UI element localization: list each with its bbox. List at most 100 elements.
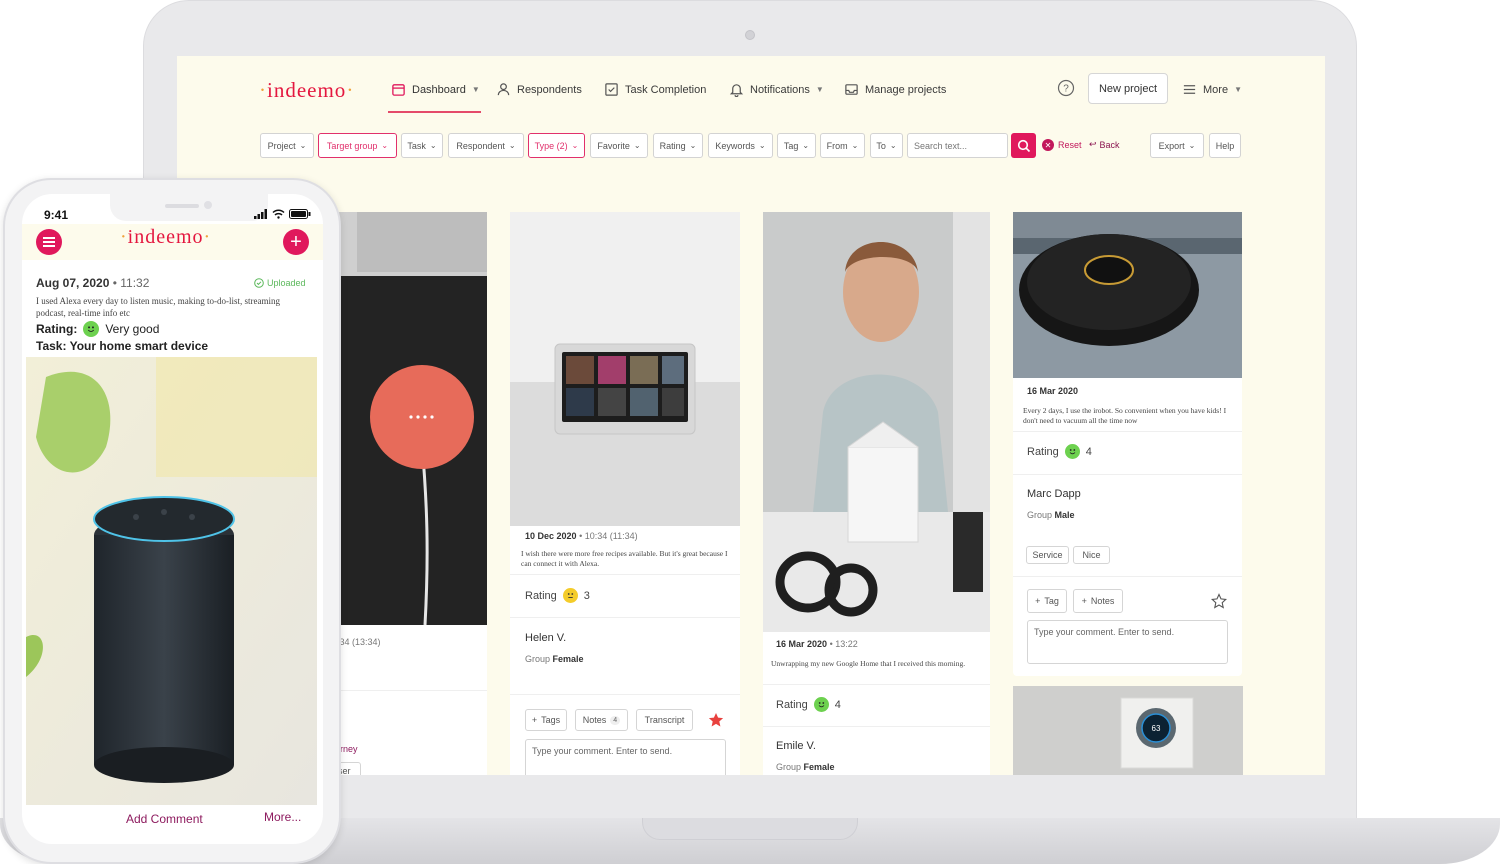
respondent-name[interactable]: Helen V.: [525, 632, 566, 644]
phone-screen: 9:41 ·indeemo· + Aug 07, 2020 • 11:32 Up…: [22, 194, 323, 844]
filter-from[interactable]: From ⌄: [820, 133, 865, 158]
laptop-camera: [745, 30, 755, 40]
entry-date: Aug 07, 2020: [36, 276, 110, 290]
nav-manage-projects[interactable]: Manage projects: [844, 82, 946, 97]
battery-icon: [289, 209, 311, 219]
help-circle-icon[interactable]: ?: [1057, 79, 1075, 97]
rating-value: Very good: [105, 322, 160, 336]
card-date: 16 Mar 2020: [1027, 386, 1079, 396]
search-input[interactable]: Search text...: [907, 133, 1008, 158]
filter-favorite[interactable]: Favorite ⌄: [590, 133, 648, 158]
notes-button[interactable]: Notes 4: [575, 709, 628, 731]
filter-project[interactable]: Project ⌄: [260, 133, 314, 158]
more-button[interactable]: More...: [264, 810, 301, 824]
check-circle-icon: [254, 278, 264, 288]
export-button[interactable]: Export ⌄: [1150, 133, 1204, 158]
nav-notifications-label: Notifications: [750, 83, 810, 96]
chevron-down-icon: ⌄: [802, 141, 810, 150]
filter-rating[interactable]: Rating ⌄: [653, 133, 703, 158]
nav-notifications[interactable]: Notifications ▼: [729, 82, 824, 97]
plus-icon: +: [1081, 596, 1087, 606]
filter-type[interactable]: Type (2) ⌄: [528, 133, 585, 158]
response-card[interactable]: 16 Mar 2020 Every 2 days, I use the irob…: [1013, 212, 1242, 676]
echo-speaker-photo[interactable]: [26, 357, 317, 805]
add-entry-button[interactable]: +: [283, 229, 309, 255]
smiley-face-icon: [813, 697, 829, 712]
chevron-down-icon: ⌄: [571, 141, 579, 150]
chevron-down-icon: ⌄: [508, 141, 516, 150]
card-description: I wish there were more free recipes avai…: [521, 549, 728, 568]
thermostat-photo: 63: [1013, 686, 1243, 775]
tag-chip-service[interactable]: Service: [1026, 546, 1069, 564]
chevron-down-icon: ▼: [815, 85, 824, 94]
search-icon: [1017, 139, 1030, 152]
star-outline-icon[interactable]: [1211, 593, 1227, 609]
chevron-down-icon: ⌄: [758, 141, 766, 150]
back-button[interactable]: ↩ Back: [1089, 139, 1120, 150]
help-button[interactable]: Help: [1209, 133, 1241, 158]
unboxing-photo: [763, 212, 990, 632]
plus-icon: +: [1035, 596, 1041, 606]
back-arrow-icon: ↩: [1089, 139, 1097, 149]
group-value: Male: [1054, 510, 1075, 520]
nav-respondents[interactable]: Respondents: [496, 82, 582, 97]
group-label: Group: [525, 654, 551, 664]
tags-button[interactable]: + Tags: [525, 709, 567, 731]
rating-value: 3: [583, 589, 590, 602]
entry-task: Task: Your home smart device: [36, 339, 209, 353]
hamburger-icon: [43, 237, 55, 247]
smiley-face-icon: [83, 321, 100, 337]
robot-vacuum-photo: [1013, 212, 1242, 378]
add-notes-button[interactable]: + Notes: [1073, 589, 1123, 613]
signal-icon: [254, 209, 267, 219]
rating-label: Rating: [1027, 445, 1059, 458]
card-description: Every 2 days, I use the irobot. So conve…: [1023, 406, 1227, 425]
card-time: :34 (13:34): [337, 637, 381, 647]
respondent-name[interactable]: Emile V.: [776, 740, 816, 752]
checkbox-icon: [605, 83, 618, 96]
laptop-hinge-notch: [642, 818, 858, 840]
response-card[interactable]: :34 (13:34) urney User: [327, 212, 487, 775]
bell-icon: [729, 84, 744, 97]
rating-label: Rating: [525, 589, 557, 602]
entry-time: 11:32: [120, 276, 150, 290]
reset-button[interactable]: ✕ Reset: [1042, 139, 1082, 151]
add-comment-button[interactable]: Add Comment: [126, 812, 203, 826]
respondent-name[interactable]: Marc Dapp: [1027, 488, 1081, 500]
filter-respondent[interactable]: Respondent ⌄: [448, 133, 524, 158]
add-tag-button[interactable]: + Tag: [1027, 589, 1067, 613]
filter-to[interactable]: To ⌄: [870, 133, 903, 158]
nav-dashboard[interactable]: Dashboard ▼: [391, 82, 480, 97]
filter-tag[interactable]: Tag ⌄: [777, 133, 816, 158]
search-button[interactable]: [1011, 133, 1036, 158]
nav-task-completion[interactable]: Task Completion: [604, 82, 706, 97]
filter-keywords[interactable]: Keywords ⌄: [708, 133, 773, 158]
svg-text:63: 63: [1152, 724, 1161, 733]
more-menu[interactable]: More ▼: [1182, 82, 1242, 97]
star-filled-icon[interactable]: [708, 712, 724, 728]
card-date: 16 Mar 2020: [776, 639, 828, 649]
transcript-button[interactable]: Transcript: [636, 709, 693, 731]
tag-chip-nice[interactable]: Nice: [1073, 546, 1110, 564]
nav-respondents-label: Respondents: [517, 83, 582, 96]
response-card[interactable]: 10 Dec 2020 • 10:34 (11:34) I wish there…: [510, 212, 740, 775]
comment-input[interactable]: Type your comment. Enter to send.: [1027, 620, 1228, 664]
app-logo[interactable]: ·indeemo·: [259, 78, 354, 103]
card-divider: [1013, 474, 1242, 475]
response-card[interactable]: 63: [1013, 686, 1243, 775]
card-divider: [327, 690, 487, 691]
filter-task[interactable]: Task ⌄: [401, 133, 443, 158]
new-project-button[interactable]: New project: [1088, 73, 1168, 104]
menu-button[interactable]: [36, 229, 62, 255]
chevron-down-icon: ⌄: [381, 141, 389, 150]
card-description: Unwrapping my new Google Home that I rec…: [771, 659, 966, 668]
rating-label: Rating: [776, 698, 808, 711]
rating-value: 4: [834, 698, 841, 711]
svg-text:?: ?: [1063, 84, 1069, 95]
rating-value: 4: [1085, 445, 1092, 458]
phone-speaker: [165, 204, 199, 208]
filter-target-group[interactable]: Target group ⌄: [318, 133, 397, 158]
neutral-face-icon: [562, 588, 578, 603]
comment-input[interactable]: Type your comment. Enter to send.: [525, 739, 726, 775]
response-card[interactable]: 16 Mar 2020 • 13:22 Unwrapping my new Go…: [763, 212, 990, 775]
